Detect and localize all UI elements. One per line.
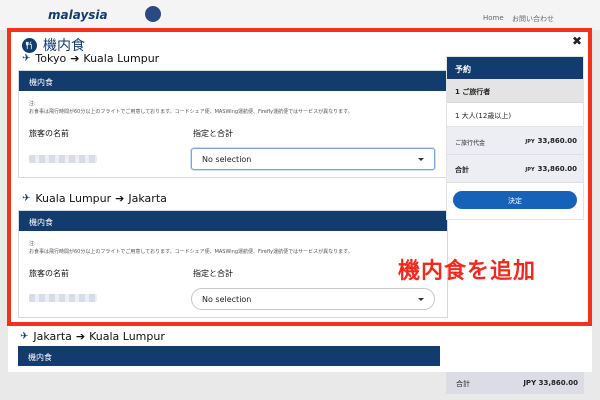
route-destination: Jakarta	[128, 192, 167, 205]
plane-icon: ✈	[20, 331, 29, 342]
route-origin: Kuala Lumpur	[35, 192, 112, 205]
meal-select-segment-1[interactable]: No selection	[191, 148, 435, 170]
logo-mark-icon	[145, 6, 161, 22]
selection-total-label: 指定と合計	[193, 269, 233, 278]
plane-icon: ✈	[22, 53, 31, 64]
meal-card-header: 機内食	[19, 211, 447, 231]
total-amount: JPY 33,860.00	[525, 165, 577, 173]
fare-label: ご旅行代金	[455, 140, 486, 147]
background-total-amount: JPY 33,860.00	[523, 379, 578, 387]
inflight-meal-modal: 機内食 ✖ ✈ Tokyo ➔ Kuala Lumpur 機内食 注: お食事は…	[8, 28, 592, 372]
summary-title: 予約	[447, 57, 583, 79]
segment-route-kl-jakarta: ✈ Kuala Lumpur ➔ Jakarta	[22, 192, 167, 205]
passenger-name-redacted	[29, 155, 97, 163]
segment-route-jakarta-kl: ✈ Jakarta ➔ Kuala Lumpur	[20, 330, 165, 343]
arrow-right-icon: ➔	[75, 330, 86, 343]
meal-card-header: 機内食	[19, 71, 447, 91]
route-destination: Kuala Lumpur	[83, 52, 160, 65]
selection-total-label: 指定と合計	[193, 129, 233, 138]
close-icon[interactable]: ✖	[572, 34, 582, 48]
chevron-down-icon	[418, 158, 424, 161]
nav-home-link[interactable]: Home	[483, 14, 504, 22]
plane-icon: ✈	[22, 193, 31, 204]
booking-summary: 予約 1 ご旅行者 1 大人(12歳以上) ご旅行代金 JPY 33,860.00…	[446, 56, 584, 220]
fare-row: ご旅行代金 JPY 33,860.00	[447, 127, 583, 155]
route-destination: Kuala Lumpur	[89, 330, 165, 343]
total-row: 合計 JPY 33,860.00	[447, 155, 583, 183]
passenger-type: 1 大人(12歳以上)	[447, 103, 583, 127]
meal-note: 注: お食事は飛行時間が60分以上のフライトでご用意しております。コードシェア便…	[29, 101, 353, 115]
annotation-callout: 機内食を追加	[398, 259, 537, 284]
airline-logo: malaysia	[48, 8, 108, 22]
chevron-down-icon	[418, 298, 424, 301]
route-origin: Jakarta	[33, 330, 72, 343]
passenger-name-redacted	[29, 294, 97, 302]
route-origin: Tokyo	[35, 52, 67, 65]
meal-card-segment-2: 機内食 注: お食事は飛行時間が60分以上のフライトでご用意しております。コード…	[18, 210, 448, 318]
meal-card-segment-1: 機内食 注: お食事は飛行時間が60分以上のフライトでご用意しております。コード…	[18, 70, 448, 178]
passenger-name-label: 旅客の名前	[29, 129, 69, 138]
fare-amount: JPY 33,860.00	[525, 137, 577, 145]
background-total-row: 合計 JPY 33,860.00	[446, 372, 584, 394]
confirm-button[interactable]: 決定	[453, 191, 577, 209]
total-label: 合計	[455, 166, 469, 174]
segment-route-tokyo-kl: ✈ Tokyo ➔ Kuala Lumpur	[22, 52, 159, 65]
confirm-button-wrap: 決定	[447, 183, 583, 213]
background-total-label: 合計	[456, 380, 470, 388]
nav-contact-link[interactable]: お問い合わせ	[512, 14, 554, 24]
arrow-right-icon: ➔	[115, 192, 125, 205]
meal-select-segment-2[interactable]: No selection	[191, 288, 435, 310]
meal-card-header-segment-3: 機内食	[18, 346, 440, 366]
passenger-count-header: 1 ご旅行者	[447, 79, 583, 103]
passenger-name-label: 旅客の名前	[29, 269, 69, 278]
meal-icon	[22, 37, 37, 53]
site-header: malaysia Home お問い合わせ	[0, 0, 600, 30]
meal-note: 注: お食事は飛行時間が60分以上のフライトでご用意しております。コードシェア便…	[29, 241, 353, 255]
arrow-right-icon: ➔	[70, 52, 80, 65]
